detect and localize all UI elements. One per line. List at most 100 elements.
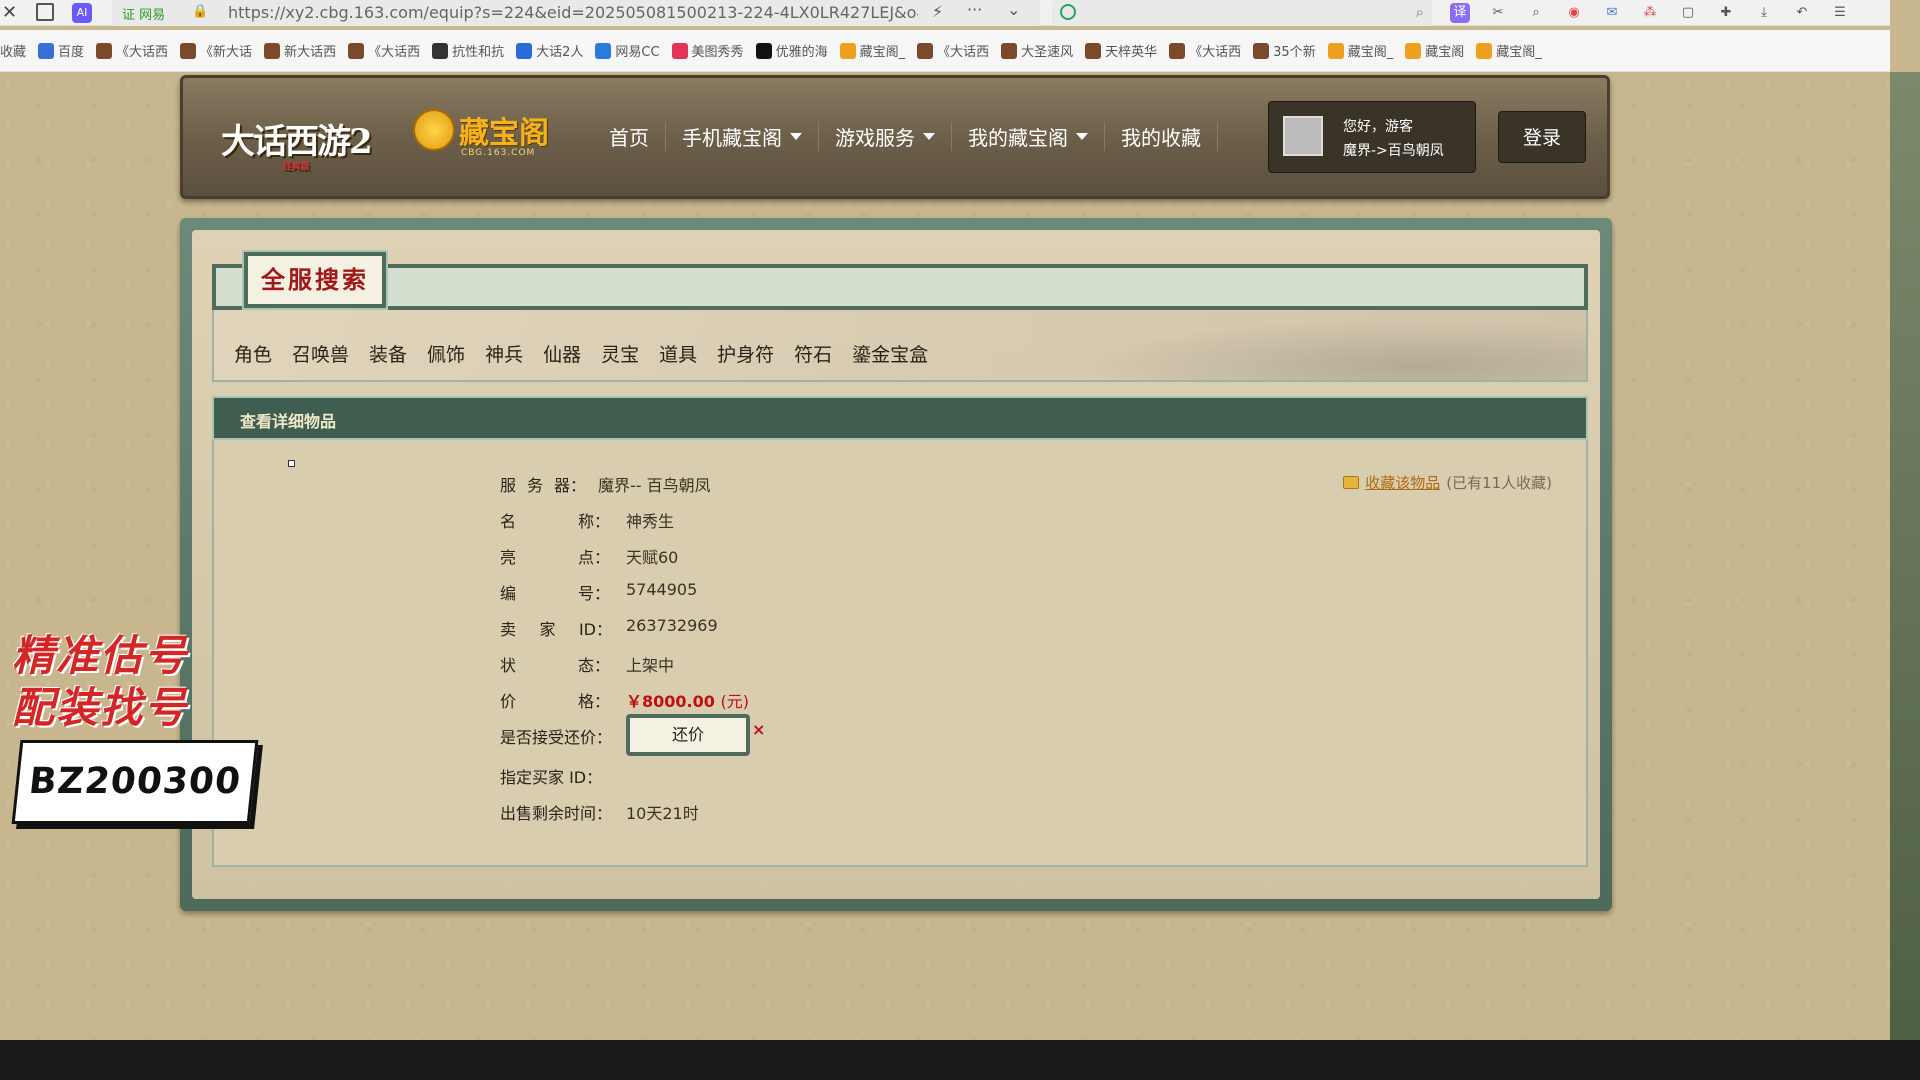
nav-mobile-cbg[interactable]: 手机藏宝阁 [666,122,819,151]
puzzle-icon[interactable]: ✚ [1716,3,1736,23]
bookmark-item[interactable]: 抗性和抗 [432,41,504,60]
category-tab[interactable]: 道具 [659,340,697,367]
category-tab[interactable]: 角色 [234,340,272,367]
label-char: ID： [578,620,612,639]
label-char: 卖 [500,620,517,639]
cbg-logo-text: 藏宝阁 [459,116,549,151]
counter-offer-button[interactable]: 还价 [626,714,750,756]
bookmark-label: 大圣速风 [1021,45,1074,60]
category-tab[interactable]: 鎏金宝盒 [852,340,928,367]
bookmark-item[interactable]: 网易CC [595,41,660,60]
download-icon[interactable]: ⤓ [1754,3,1774,23]
bookmark-icon [839,42,856,59]
bookmark-icon [755,42,772,59]
nav-my-favorites[interactable]: 我的收藏 [1105,122,1218,151]
home-icon[interactable] [36,3,54,21]
bookmark-label: 优雅的海 [775,45,828,60]
category-tab[interactable]: 仙器 [543,340,581,367]
value-highlight: 天赋60 [626,548,679,567]
bookmark-item[interactable]: 大圣速风 [1001,41,1073,60]
screenshot-icon[interactable]: ▢ [1678,3,1698,23]
label-char: 器： [553,476,586,495]
bookmark-item[interactable]: 百度 [38,41,84,60]
favorite-link[interactable]: 收藏该物品 [1365,472,1440,493]
bottom-bar [0,1040,1920,1080]
mail-icon[interactable]: ✉ [1602,3,1622,23]
ai-icon[interactable]: AI [72,3,92,23]
translate-icon[interactable]: 译 [1450,3,1470,23]
bookmark-item[interactable]: 美图秀秀 [671,41,744,60]
bookmark-icon [1085,42,1102,59]
category-tab[interactable]: 召唤兽 [292,340,349,367]
bookmark-item[interactable]: 新大话西 [264,41,336,60]
user-box[interactable]: 您好，游客 魔界->百鸟朝凤 [1268,101,1476,173]
detail-section-header: 查看详细物品 [212,396,1588,440]
bookmark-item[interactable]: 优雅的海 [755,41,828,60]
extension-grid-icon[interactable]: ⁂ [1640,3,1660,23]
category-tab[interactable]: 护身符 [717,340,774,367]
caret-down-icon [1076,133,1088,140]
value-seller: 263732969 [626,616,718,635]
toolbar-icons: 译 ✂ ⌕ ◉ ✉ ⁂ ▢ ✚ ⤓ ↶ ☰ [1450,3,1850,23]
menu-icon[interactable]: ☰ [1830,3,1850,23]
address-bar[interactable]: 证 网易 🔒 https://xy2.cbg.163.com/equip?s=2… [112,0,1040,26]
search-icon[interactable]: ⌕ [1416,3,1424,21]
bookmark-label: 天梓英华 [1105,45,1158,60]
nav-game-services-label: 游戏服务 [835,126,915,150]
undo-icon[interactable]: ↶ [1792,3,1812,23]
close-icon[interactable]: ✕ [2,2,17,23]
label-designated-buyer: 指定买家 ID： [500,768,603,787]
bookmark-label: 百度 [58,45,85,60]
extension-red-icon[interactable]: ◉ [1564,3,1584,23]
game-logo[interactable]: 大话西游2 经典版 [221,114,373,172]
caret-down-icon [790,133,802,140]
nav-my-cbg[interactable]: 我的藏宝阁 [952,122,1105,151]
bookmark-item[interactable]: 收藏 [0,41,26,60]
bookmark-item[interactable]: 《大话西 [96,41,168,60]
folder-icon [1343,476,1360,489]
bookmark-item[interactable]: 藏宝阁_ [839,41,905,60]
find-icon[interactable]: ⌕ [1526,3,1546,23]
promo-code: BZ200300 [11,740,259,824]
bolt-icon[interactable]: ⚡ [932,2,943,21]
bookmark-label: 《新大话 [200,45,253,60]
avatar [1283,116,1323,156]
value-status: 上架中 [626,656,675,675]
label-server: 服 务 器： [500,472,586,496]
category-tab[interactable]: 神兵 [485,340,523,367]
category-tab[interactable]: 装备 [369,340,407,367]
detail-body: 收藏该物品 (已有11人收藏) 服 务 器： 魔界-- 百鸟朝凤 名 称： 神秀… [212,440,1588,867]
bookmark-item[interactable]: 《大话西 [917,41,989,60]
bookmark-item[interactable]: 35个新 [1253,41,1316,60]
label-char: 点： [577,548,610,567]
bookmark-item[interactable]: 藏宝阁 [1405,41,1464,60]
item-thumbnail[interactable] [288,460,295,467]
bookmark-item[interactable]: 《新大话 [180,41,252,60]
bookmark-item[interactable]: 大话2人 [516,41,583,60]
bookmark-label: 《大话西 [1189,45,1242,60]
nav-game-services[interactable]: 游戏服务 [819,122,952,151]
url-text[interactable]: https://xy2.cbg.163.com/equip?s=224&eid=… [228,3,918,22]
chevron-down-icon[interactable]: ⌄ [1007,0,1020,19]
nav-home[interactable]: 首页 [593,122,666,151]
login-button[interactable]: 登录 [1498,111,1586,163]
bookmark-item[interactable]: 藏宝阁_ [1327,41,1393,60]
bookmark-item[interactable]: 《大话西 [1169,41,1241,60]
nav-my-cbg-label: 我的藏宝阁 [968,126,1068,150]
bookmark-label: 藏宝阁 [1425,45,1465,60]
category-tab[interactable]: 符石 [794,340,832,367]
category-tab[interactable]: 佩饰 [427,340,465,367]
more-icon[interactable]: ··· [967,0,982,19]
bookmark-icon [917,42,934,59]
label-char: 状 [500,656,517,675]
cbg-logo[interactable]: 藏宝阁 CBG.163.COM [413,108,549,158]
cert-label: 证 网易 [122,8,166,23]
category-tab[interactable]: 灵宝 [601,340,639,367]
bookmark-item[interactable]: 天梓英华 [1085,41,1157,60]
bookmark-item[interactable]: 《大话西 [348,41,420,60]
search-box[interactable]: ⌕ [1052,0,1432,26]
bookmark-label: 收藏 [0,45,27,60]
label-status: 状 态： [500,652,610,676]
bookmark-item[interactable]: 藏宝阁_ [1476,41,1542,60]
cut-icon[interactable]: ✂ [1488,3,1508,23]
